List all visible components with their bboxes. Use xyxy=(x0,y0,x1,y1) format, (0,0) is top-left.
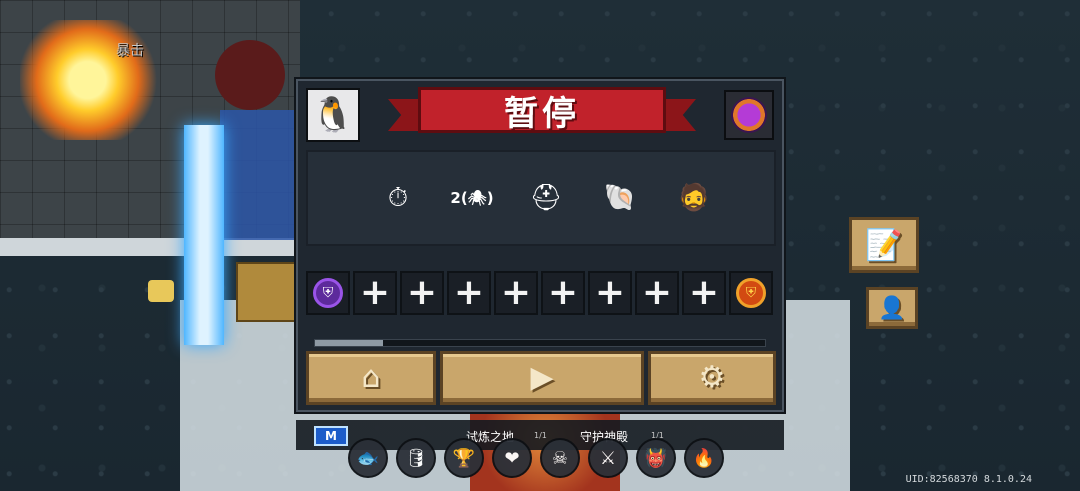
golden-helmet-icon[interactable]: ⛑ xyxy=(524,176,568,220)
explosion-effect xyxy=(20,20,170,140)
skill-bar: 🐟 🛢 🏆 ❤ ☠ ⚔ 👹 🔥 xyxy=(348,438,738,478)
trophy-skill-icon[interactable]: 🏆 xyxy=(444,438,484,478)
crit-damage-text: 暴击 xyxy=(116,43,144,59)
empty-slot[interactable]: + xyxy=(541,271,585,315)
equipment-slots: ⛨ + + + + + + + + ⛨ xyxy=(306,271,778,315)
pause-actions: ⌂ ▶ ⚙ xyxy=(306,351,778,405)
empty-slot[interactable]: + xyxy=(494,271,538,315)
plus-icon: + xyxy=(500,272,532,313)
player-avatar: 🐧 xyxy=(306,88,360,142)
title-banner: 暂停 xyxy=(388,87,696,141)
resume-button[interactable]: ▶ xyxy=(440,351,644,405)
pause-title: 暂停 xyxy=(504,93,580,134)
purple-shield-icon: ⛨ xyxy=(313,278,343,308)
plus-icon: + xyxy=(453,272,485,313)
plus-icon: + xyxy=(641,272,673,313)
torch-skill-icon[interactable]: 🔥 xyxy=(684,438,724,478)
fish-skill-icon[interactable]: 🐟 xyxy=(348,438,388,478)
plus-icon: + xyxy=(594,272,626,313)
crossed-weapons-skill-icon[interactable]: ⚔ xyxy=(588,438,628,478)
pet-sprite xyxy=(148,280,174,302)
boss-emblem[interactable] xyxy=(724,90,774,140)
pause-panel: 🐧 暂停 ⏱ 2(🕷) ⛑ 🐚 🧔 ⛨ + + + + + + + + ⛨ ⌂ … xyxy=(296,79,784,412)
poison-skill-icon[interactable]: ☠ xyxy=(540,438,580,478)
demon-emblem-icon xyxy=(731,97,767,133)
buff-list: ⏱ 2(🕷) ⛑ 🐚 🧔 xyxy=(306,150,776,246)
plus-icon: + xyxy=(547,272,579,313)
empty-slot[interactable]: + xyxy=(400,271,444,315)
plus-icon: + xyxy=(359,272,391,313)
penguin-avatar-icon: 🐧 xyxy=(311,95,355,135)
scroll-progress-bar[interactable] xyxy=(314,339,766,347)
orange-shield-icon: ⛨ xyxy=(736,278,766,308)
gear-icon: ⚙ xyxy=(698,360,726,395)
mode-badge-icon: M xyxy=(314,426,348,446)
empty-slot[interactable]: + xyxy=(682,271,726,315)
blue-pool xyxy=(220,110,300,240)
profile-card-icon: 👤 xyxy=(878,295,906,321)
empty-slot[interactable]: + xyxy=(635,271,679,315)
demon-skill-icon[interactable]: 👹 xyxy=(636,438,676,478)
empty-slot[interactable]: + xyxy=(588,271,632,315)
profile-button[interactable]: 👤 xyxy=(866,287,918,329)
notes-button[interactable]: 📝 xyxy=(849,217,919,273)
plus-icon: + xyxy=(406,272,438,313)
empty-slot[interactable]: + xyxy=(353,271,397,315)
barrel-skill-icon[interactable]: 🛢 xyxy=(396,438,436,478)
empty-slot[interactable]: + xyxy=(447,271,491,315)
heart-skill-icon[interactable]: ❤ xyxy=(492,438,532,478)
laser-beam-effect xyxy=(184,125,224,345)
plus-icon: + xyxy=(688,272,720,313)
play-icon: ▶ xyxy=(530,360,554,395)
slot-orange-shield[interactable]: ⛨ xyxy=(729,271,773,315)
slot-purple-shield[interactable]: ⛨ xyxy=(306,271,350,315)
green-arrows-clock-icon[interactable]: ⏱ xyxy=(376,176,420,220)
notes-icon: 📝 xyxy=(865,227,903,263)
banner-ribbon: 暂停 xyxy=(418,87,666,134)
progress-fill xyxy=(315,340,383,346)
player-character xyxy=(236,262,296,322)
spider-skull-icon[interactable]: 2(🕷) xyxy=(450,176,494,220)
home-icon: ⌂ xyxy=(361,360,381,395)
settings-button[interactable]: ⚙ xyxy=(648,351,776,405)
enemy-sprite xyxy=(215,40,285,110)
uid-version-label: UID:82568370 8.1.0.24 xyxy=(905,474,1032,485)
hero-portrait-icon[interactable]: 🧔 xyxy=(672,176,716,220)
wall-snow-edge xyxy=(0,238,300,256)
home-button[interactable]: ⌂ xyxy=(306,351,436,405)
blue-wave-shell-icon[interactable]: 🐚 xyxy=(598,176,642,220)
